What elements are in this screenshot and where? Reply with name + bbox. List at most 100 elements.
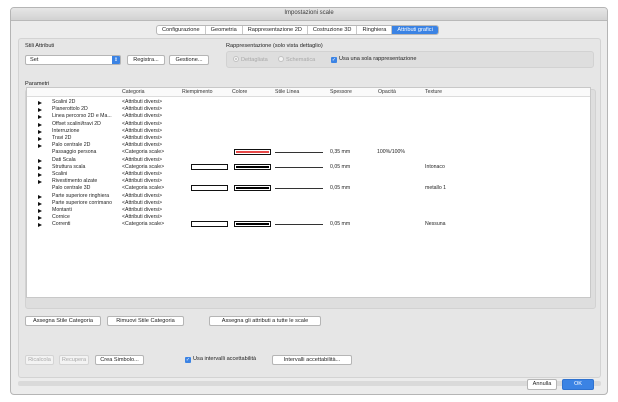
row-opacity: 100%/100% — [377, 149, 405, 156]
row-thickness: 0,35 mm — [330, 149, 351, 156]
column-header[interactable]: Texture — [425, 89, 442, 95]
table-header: Categoria Riempimento Colore Stile Linea Spe… — [27, 88, 590, 97]
table-row[interactable]: Parte superiore ringhiera <Attributi dive… — [27, 193, 590, 200]
recupera-button[interactable]: Recupera — [59, 355, 89, 365]
ricalcola-button[interactable]: Ricalcola — [25, 355, 54, 365]
color-swatch-fill — [236, 187, 269, 190]
table-row[interactable]: Palo centrale 2D <Attributi diversi> — [27, 142, 590, 149]
column-header[interactable]: Opacità — [378, 89, 396, 95]
rappresentazione-label: Rappresentazione (solo vista dettaglio) — [226, 43, 323, 49]
ok-button[interactable]: OK — [562, 379, 594, 390]
row-name: Interruzione — [52, 127, 80, 134]
row-category: <Attributi diversi> — [122, 214, 163, 221]
assegna-tutte-button[interactable]: Assegna gli attributi a tutte le scale — [209, 316, 321, 326]
table-row[interactable]: Palo centrale 3D <Categoria scale> 0,05 mm… — [27, 185, 590, 192]
table-row[interactable]: Linea percorso 2D e Ma... <Attributi dive… — [27, 113, 590, 120]
table-row[interactable]: Scalini 2D <Attributi diversi> — [27, 99, 590, 106]
row-name: Parte superiore corrimano — [52, 199, 112, 206]
registra-button[interactable]: Registra... — [127, 55, 165, 65]
stili-popup-value: Set — [30, 57, 39, 63]
table-row[interactable]: Interruzione <Attributi diversi> — [27, 128, 590, 135]
table-row[interactable]: Travi 2D <Attributi diversi> — [27, 135, 590, 142]
line-style-sample — [275, 166, 323, 168]
fill-swatch — [191, 185, 228, 192]
annulla-button[interactable]: Annulla — [527, 379, 557, 390]
gestione-button[interactable]: Gestione... — [169, 55, 209, 65]
tab-1[interactable]: Geometria — [206, 26, 243, 34]
usa-intervalli-checkbox[interactable]: ✓ Usa intervalli accettabilità — [185, 356, 256, 363]
row-category: <Attributi diversi> — [122, 178, 163, 185]
disclosure-triangle-icon[interactable] — [38, 216, 42, 221]
row-name: Dati Scala — [52, 156, 76, 163]
tab-5[interactable]: Attributi grafici — [392, 26, 438, 34]
tab-2[interactable]: Rappresentazione 2D — [243, 26, 308, 34]
color-swatch — [234, 221, 271, 228]
checkmark-icon: ✓ — [331, 57, 337, 63]
chevron-updown-icon: ⇕ — [112, 56, 120, 64]
table-row[interactable]: Cornice <Attributi diversi> — [27, 214, 590, 221]
row-texture: Nessuna — [425, 221, 446, 228]
radio-schematica[interactable]: Schematica — [278, 56, 315, 63]
row-category: <Attributi diversi> — [122, 127, 163, 134]
row-name: Scalini 2D — [52, 99, 76, 105]
disclosure-triangle-icon[interactable] — [38, 180, 42, 185]
status-bar — [18, 381, 601, 386]
disclosure-triangle-icon[interactable] — [38, 122, 42, 127]
intervalli-button[interactable]: Intervalli accettabilità... — [272, 355, 352, 365]
table-row[interactable]: Dati Scala <Attributi diversi> — [27, 157, 590, 164]
table-row[interactable]: Rivestimento alzate <Attributi diversi> — [27, 178, 590, 185]
table-row[interactable]: Correnti <Categoria scale> 0,05 mm Nessuna — [27, 221, 590, 228]
disclosure-triangle-icon[interactable] — [38, 137, 42, 141]
crea-simbolo-button[interactable]: Crea Simbolo... — [95, 355, 144, 365]
column-header[interactable]: Colore — [232, 89, 247, 95]
disclosure-triangle-icon[interactable] — [38, 158, 42, 163]
row-name: Parte superiore ringhiera — [52, 192, 110, 199]
disclosure-triangle-icon[interactable] — [38, 173, 42, 177]
line-style-sample — [275, 152, 323, 154]
row-category: <Attributi diversi> — [122, 192, 163, 199]
disclosure-triangle-icon[interactable] — [38, 165, 42, 170]
color-swatch — [234, 185, 271, 192]
disclosure-triangle-icon[interactable] — [38, 201, 42, 206]
row-category: <Attributi diversi> — [122, 207, 163, 213]
tab-3[interactable]: Costruzione 3D — [308, 26, 358, 34]
row-texture: Intonaco — [425, 163, 445, 170]
disclosure-triangle-icon[interactable] — [38, 129, 42, 134]
table-row[interactable]: Struttura scala <Categoria scale> 0,05 mm I… — [27, 163, 590, 171]
disclosure-triangle-icon[interactable] — [38, 108, 42, 113]
stili-popup[interactable]: Set ⇕ — [25, 55, 121, 65]
row-category: <Attributi diversi> — [122, 199, 163, 206]
radio-icon — [278, 56, 284, 62]
disclosure-triangle-icon[interactable] — [38, 144, 42, 149]
table-row[interactable]: Scalini <Attributi diversi> — [27, 171, 590, 178]
table-row[interactable]: Pianerottolo 2D <Attributi diversi> — [27, 106, 590, 113]
table-row[interactable]: Montanti <Attributi diversi> — [27, 207, 590, 214]
column-header[interactable]: Categoria — [122, 89, 145, 95]
disclosure-triangle-icon[interactable] — [38, 209, 42, 213]
disclosure-triangle-icon[interactable] — [38, 101, 42, 105]
row-name: Pianerottolo 2D — [52, 106, 88, 113]
checkmark-icon: ✓ — [185, 357, 191, 363]
assegna-stile-button[interactable]: Assegna Stile Categoria — [25, 316, 101, 326]
column-header[interactable]: Spessore — [330, 89, 352, 95]
table-row[interactable]: Offset scalini/travi 2D <Attributi divers… — [27, 121, 590, 128]
table-row[interactable]: Parte superiore corrimano <Attributi dive… — [27, 200, 590, 207]
disclosure-triangle-icon[interactable] — [38, 194, 42, 199]
rimuovi-stile-button[interactable]: Rimuovi Stile Categoria — [107, 316, 184, 326]
disclosure-triangle-icon[interactable] — [38, 223, 42, 228]
row-name: Struttura scala — [52, 163, 86, 170]
color-swatch-fill — [236, 165, 269, 168]
usa-sola-checkbox[interactable]: ✓ Usa una sola rappresentazione — [331, 56, 416, 63]
column-header[interactable]: Stile Linea — [275, 89, 299, 95]
row-name: Offset scalini/travi 2D — [52, 120, 101, 127]
disclosure-triangle-icon[interactable] — [38, 115, 42, 120]
tab-0[interactable]: Configurazione — [157, 26, 206, 34]
row-thickness: 0,05 mm — [330, 185, 351, 192]
row-category: <Attributi diversi> — [122, 142, 163, 149]
tab-4[interactable]: Ringhiera — [357, 26, 393, 34]
row-name: Montanti — [52, 207, 72, 213]
column-header[interactable]: Riempimento — [182, 89, 213, 95]
row-name: Correnti — [52, 221, 71, 228]
radio-dettagliata[interactable]: Dettagliata — [233, 56, 268, 63]
table-row[interactable]: Passaggio persona <Categoria scale> 0,35 m… — [27, 149, 590, 156]
